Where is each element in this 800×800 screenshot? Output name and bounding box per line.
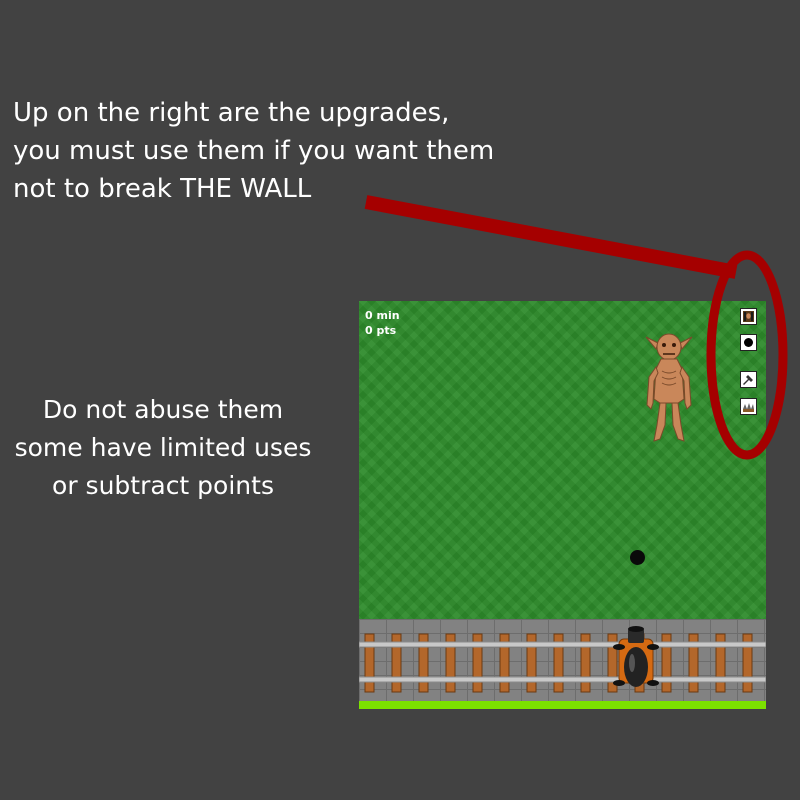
- points-display: 0 pts: [365, 324, 397, 337]
- rail-track: [359, 633, 766, 693]
- instruction-line: you must use them if you want them: [13, 136, 495, 166]
- boundary-line: [359, 701, 766, 709]
- warning-line: some have limited uses: [14, 433, 312, 462]
- upgrade-goblin-trap-button[interactable]: [740, 308, 757, 325]
- ball: [630, 550, 645, 565]
- usage-warning: Do not abuse them some have limited uses…: [0, 391, 326, 505]
- warning-line: Do not abuse them: [42, 395, 284, 424]
- pointer-line: [364, 195, 738, 279]
- instruction-line: not to break THE WALL: [13, 174, 312, 204]
- time-display: 0 min: [365, 309, 400, 322]
- upgrade-instructions: Up on the right are the upgrades, you mu…: [13, 94, 494, 208]
- bomb-icon: [744, 338, 753, 347]
- warning-line: or subtract points: [52, 471, 274, 500]
- upgrade-hammer-button[interactable]: [740, 371, 757, 388]
- cannon-player[interactable]: [611, 623, 661, 691]
- goblin-trap-icon: [743, 311, 754, 322]
- upgrade-spikes-button[interactable]: [740, 398, 757, 415]
- upgrade-bomb-button[interactable]: [740, 334, 757, 351]
- spikes-icon: [743, 403, 754, 412]
- instruction-line: Up on the right are the upgrades,: [13, 98, 450, 128]
- goblin-enemy: [645, 333, 693, 442]
- game-board[interactable]: 0 min 0 pts: [359, 301, 766, 709]
- hud: 0 min 0 pts: [365, 308, 400, 338]
- hammer-icon: [743, 375, 753, 385]
